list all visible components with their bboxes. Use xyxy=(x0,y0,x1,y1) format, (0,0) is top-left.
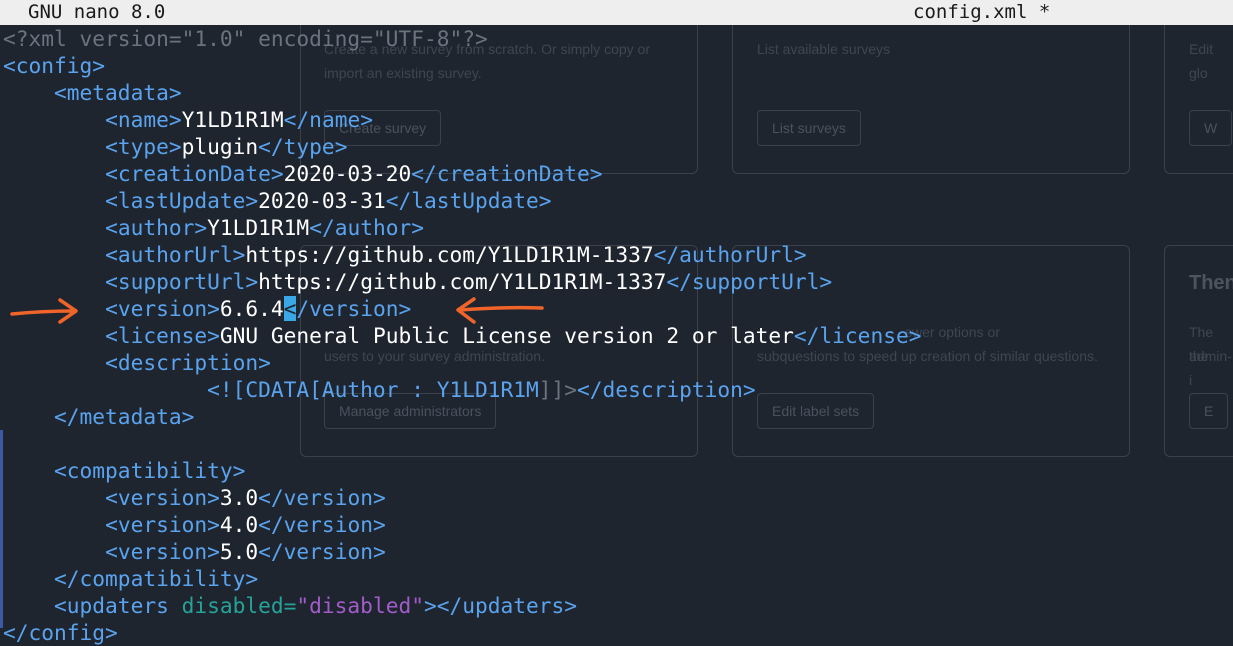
code-token: </name> xyxy=(283,107,373,132)
code-token: <compatibility> xyxy=(54,458,246,483)
code-line[interactable]: <?xml version="1.0" encoding="UTF-8"?> xyxy=(3,25,1233,52)
code-token: <creationDate> xyxy=(105,161,284,186)
code-line[interactable]: <updaters disabled="disabled"></updaters… xyxy=(3,592,1233,619)
code-token: <name> xyxy=(105,107,182,132)
code-line[interactable]: <version>6.6.4</version> xyxy=(3,295,1233,322)
code-token: Y1LD1R1M xyxy=(207,215,310,240)
code-token: <description> xyxy=(105,350,271,375)
code-line[interactable]: </config> xyxy=(3,619,1233,646)
code-token: <lastUpdate> xyxy=(105,188,259,213)
code-token: 5.0 xyxy=(219,539,259,564)
code-token: </version> xyxy=(258,539,386,564)
code-token: </compatibility> xyxy=(54,566,259,591)
code-token: <version> xyxy=(105,539,220,564)
code-token: </metadata> xyxy=(54,404,195,429)
code-line[interactable]: <type>plugin</type> xyxy=(3,133,1233,160)
file-name: config.xml * xyxy=(913,1,1051,23)
code-line[interactable]: <![CDATA[Author : Y1LD1R1M]]></descripti… xyxy=(3,376,1233,403)
code-line[interactable]: <compatibility> xyxy=(3,457,1233,484)
code-token: 2020-03-31 xyxy=(258,188,386,213)
code-token: plugin xyxy=(181,134,259,159)
code-token: https://github.com/Y1LD1R1M-1337 xyxy=(258,269,667,294)
code-line[interactable]: <creationDate>2020-03-20</creationDate> xyxy=(3,160,1233,187)
code-token: disabled= xyxy=(181,593,297,618)
code-token: <metadata> xyxy=(54,80,182,105)
code-line[interactable]: <version>4.0</version> xyxy=(3,511,1233,538)
code-line[interactable]: <name>Y1LD1R1M</name> xyxy=(3,106,1233,133)
code-token: <![CDATA[Author : Y1LD1R1M xyxy=(207,377,539,402)
code-token: <license> xyxy=(105,323,220,348)
code-token: </description> xyxy=(577,377,756,402)
code-token: <authorUrl> xyxy=(105,242,246,267)
code-token: </version> xyxy=(258,512,386,537)
arrow-right-icon xyxy=(10,298,78,324)
editor-buffer[interactable]: <?xml version="1.0" encoding="UTF-8"?> <c… xyxy=(0,25,1233,645)
code-token: ]]> xyxy=(538,377,578,402)
code-token: </authorUrl> xyxy=(653,242,807,267)
code-token: 6.6.4 xyxy=(219,296,284,321)
nano-title-bar: GNU nano 8.0 config.xml * xyxy=(0,0,1233,25)
code-token: <version> xyxy=(105,512,220,537)
text-cursor: < xyxy=(283,296,297,321)
arrow-left-icon xyxy=(456,297,544,324)
code-token: GNU General Public License version 2 or … xyxy=(219,323,794,348)
code-token: <version> xyxy=(105,485,220,510)
code-token: </version> xyxy=(258,485,386,510)
code-token: https://github.com/Y1LD1R1M-1337 xyxy=(245,242,654,267)
code-line[interactable]: <supportUrl>https://github.com/Y1LD1R1M-… xyxy=(3,268,1233,295)
code-token: <version> xyxy=(105,296,220,321)
code-line[interactable]: <version>3.0</version> xyxy=(3,484,1233,511)
code-token: /version> xyxy=(296,296,412,321)
code-line[interactable]: <description> xyxy=(3,349,1233,376)
code-token: <supportUrl> xyxy=(105,269,259,294)
code-token: </author> xyxy=(309,215,424,240)
code-token: </config> xyxy=(3,620,118,645)
code-token: </license> xyxy=(793,323,922,348)
code-line[interactable]: <metadata> xyxy=(3,79,1233,106)
code-line[interactable]: <version>5.0</version> xyxy=(3,538,1233,565)
code-token: 2020-03-20 xyxy=(283,161,412,186)
code-token: ></updaters> xyxy=(423,593,578,618)
code-line[interactable]: <lastUpdate>2020-03-31</lastUpdate> xyxy=(3,187,1233,214)
code-token: 3.0 xyxy=(219,485,259,510)
code-token: <config> xyxy=(3,53,106,78)
code-line[interactable]: <author>Y1LD1R1M</author> xyxy=(3,214,1233,241)
code-token: </lastUpdate> xyxy=(385,188,552,213)
code-line[interactable]: <config> xyxy=(3,52,1233,79)
code-token: <type> xyxy=(105,134,182,159)
code-token: </type> xyxy=(258,134,348,159)
code-token: </supportUrl> xyxy=(666,269,833,294)
code-line[interactable] xyxy=(3,430,1233,457)
code-token: 4.0 xyxy=(219,512,259,537)
editor-name: GNU nano 8.0 xyxy=(28,1,166,23)
code-token: <author> xyxy=(105,215,208,240)
code-token: Y1LD1R1M xyxy=(181,107,284,132)
code-token: <?xml version="1.0" encoding="UTF-8"?> xyxy=(3,26,488,51)
code-line[interactable]: </metadata> xyxy=(3,403,1233,430)
code-line[interactable]: <license>GNU General Public License vers… xyxy=(3,322,1233,349)
code-line[interactable]: </compatibility> xyxy=(3,565,1233,592)
code-line[interactable]: <authorUrl>https://github.com/Y1LD1R1M-1… xyxy=(3,241,1233,268)
code-token: <updaters xyxy=(54,593,182,618)
code-token: </creationDate> xyxy=(411,161,603,186)
code-token: "disabled" xyxy=(296,593,424,618)
